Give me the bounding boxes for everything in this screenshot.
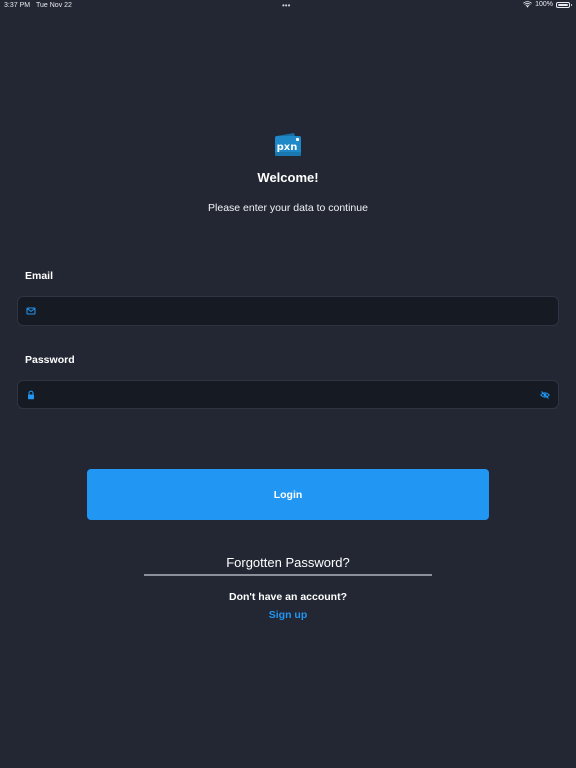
status-right: 100%: [523, 1, 572, 8]
email-input[interactable]: [44, 297, 530, 325]
login-screen: 3:37 PM Tue Nov 22 ••• 100% pxn Welcome!…: [0, 0, 576, 768]
mail-icon: [26, 307, 36, 315]
password-label: Password: [25, 354, 75, 366]
signup-link[interactable]: Sign up: [0, 609, 576, 621]
password-input[interactable]: [44, 381, 530, 408]
password-field[interactable]: [17, 380, 559, 409]
logo-text: pxn: [277, 142, 298, 153]
lock-icon: [28, 390, 34, 399]
forgot-password-link[interactable]: Forgotten Password?: [0, 555, 576, 570]
no-account-text: Don't have an account?: [228, 591, 347, 603]
wifi-icon: [523, 1, 532, 8]
eye-off-icon[interactable]: [540, 390, 550, 400]
page-subtitle: Please enter your data to continue: [208, 202, 368, 214]
status-date: Tue Nov 22: [36, 2, 72, 9]
status-bar: 3:37 PM Tue Nov 22 ••• 100%: [0, 0, 576, 12]
email-field[interactable]: [17, 296, 559, 326]
email-label: Email: [25, 270, 54, 282]
forgot-password-underline: [144, 574, 432, 576]
page-title: Welcome!: [257, 170, 319, 185]
multitasking-dots[interactable]: •••: [282, 1, 290, 10]
battery-icon: [556, 1, 572, 8]
login-button[interactable]: Login: [87, 469, 489, 520]
app-logo-icon: pxn: [275, 133, 301, 156]
battery-percent: 100%: [535, 1, 553, 8]
status-time: 3:37 PM: [4, 2, 31, 9]
